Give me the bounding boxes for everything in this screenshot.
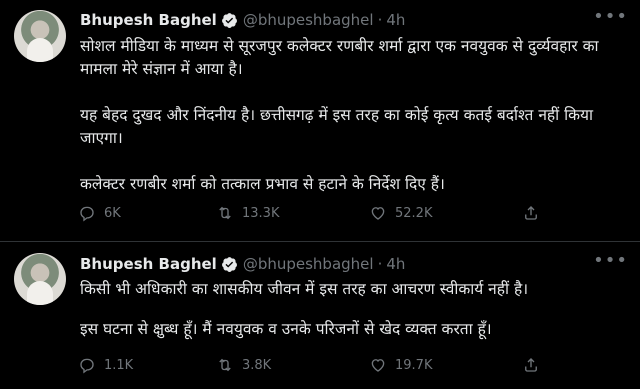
avatar[interactable] — [14, 253, 66, 305]
like-button[interactable]: 52.2K — [369, 204, 432, 222]
like-count: 52.2K — [395, 205, 433, 221]
reply-button[interactable]: 6K — [78, 204, 121, 222]
share-button[interactable] — [522, 356, 548, 374]
avatar[interactable] — [14, 10, 66, 62]
like-icon — [371, 207, 385, 220]
timestamp[interactable]: 4h — [386, 255, 405, 273]
like-icon — [371, 359, 385, 372]
share-icon — [525, 358, 537, 372]
verified-badge-icon — [221, 12, 237, 28]
tweet-actions: 1.1K 3.8K 19.7K — [78, 356, 598, 380]
tweet-paragraph: कलेक्टर रणबीर शर्मा को तत्काल प्रभाव से … — [80, 175, 445, 193]
tweet-paragraph: यह बेहद दुखद और निंदनीय है। छत्तीसगढ़ मे… — [80, 106, 594, 147]
retweet-count: 3.8K — [242, 357, 272, 373]
tweet-header: Bhupesh Baghel @bhupeshbaghel · 4h — [80, 253, 405, 275]
more-icon[interactable]: ••• — [593, 6, 628, 27]
reply-count: 6K — [104, 205, 121, 221]
retweet-button[interactable]: 13.3K — [216, 204, 279, 222]
reply-button[interactable]: 1.1K — [78, 356, 133, 374]
tweet-text: किसी भी अधिकारी का शासकीय जीवन में इस तर… — [80, 278, 625, 341]
retweet-icon — [219, 358, 231, 372]
reply-count: 1.1K — [104, 357, 134, 373]
tweet-actions: 6K 13.3K 52.2K — [78, 204, 598, 228]
tweet[interactable]: Bhupesh Baghel @bhupeshbaghel · 4h ••• क… — [0, 242, 640, 389]
separator-dot: · — [377, 255, 383, 273]
retweet-icon — [219, 206, 231, 220]
like-count: 19.7K — [395, 357, 433, 373]
reply-icon — [80, 206, 94, 222]
share-icon — [525, 206, 537, 220]
verified-badge-icon — [221, 256, 237, 272]
retweet-count: 13.3K — [242, 205, 280, 221]
author-handle[interactable]: @bhupeshbaghel — [243, 255, 374, 273]
author-handle[interactable]: @bhupeshbaghel — [243, 11, 374, 29]
author-name[interactable]: Bhupesh Baghel — [80, 255, 217, 273]
more-icon[interactable]: ••• — [593, 250, 628, 271]
author-name[interactable]: Bhupesh Baghel — [80, 11, 217, 29]
timestamp[interactable]: 4h — [386, 11, 405, 29]
tweet-header: Bhupesh Baghel @bhupeshbaghel · 4h — [80, 9, 405, 31]
tweet-paragraph: सोशल मीडिया के माध्यम से सूरजपुर कलेक्टर… — [80, 37, 599, 78]
share-button[interactable] — [522, 204, 548, 222]
separator-dot: · — [377, 11, 383, 29]
reply-icon — [80, 358, 94, 374]
tweet[interactable]: Bhupesh Baghel @bhupeshbaghel · 4h ••• स… — [0, 0, 640, 242]
tweet-paragraph: किसी भी अधिकारी का शासकीय जीवन में इस तर… — [80, 280, 529, 298]
like-button[interactable]: 19.7K — [369, 356, 432, 374]
tweet-text: सोशल मीडिया के माध्यम से सूरजपुर कलेक्टर… — [80, 35, 625, 196]
retweet-button[interactable]: 3.8K — [216, 356, 271, 374]
tweet-paragraph: इस घटना से क्षुब्ध हूँ। मैं नवयुवक व उनक… — [80, 320, 492, 338]
